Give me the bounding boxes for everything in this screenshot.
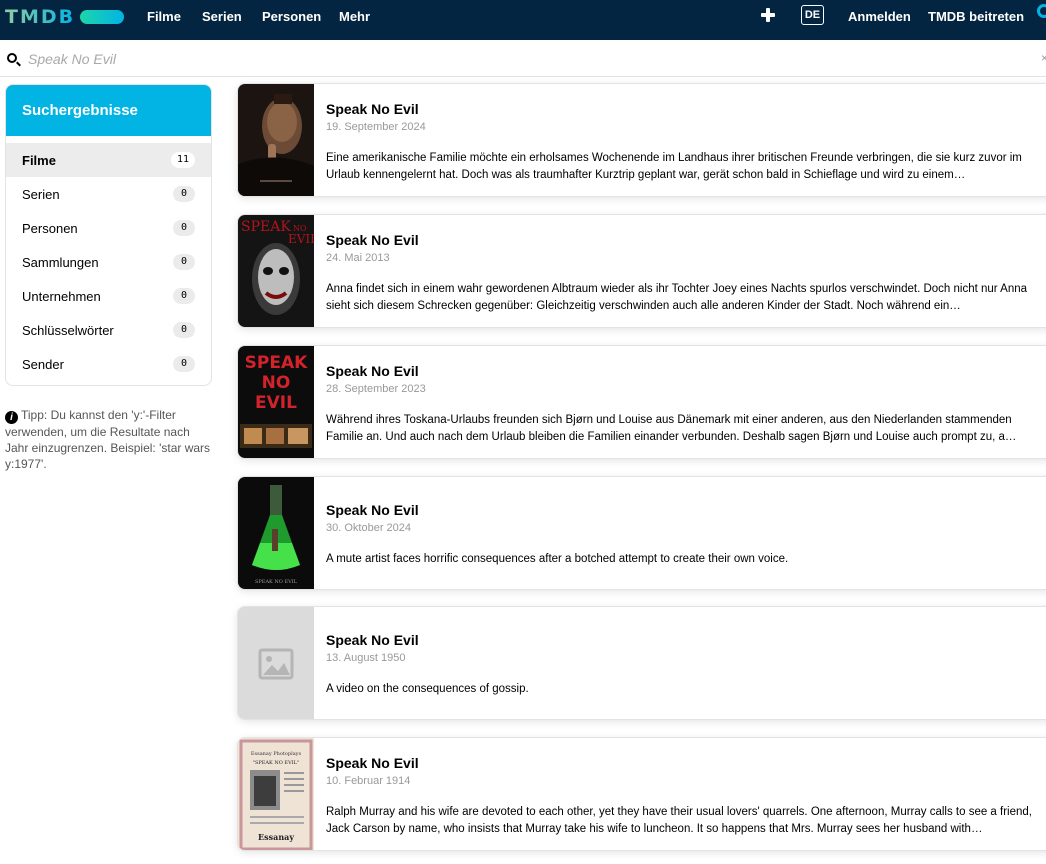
result-card: Essanay Photoplays "SPEAK NO EVIL" Essan… xyxy=(237,737,1046,851)
tip-text: Tipp: Du kannst den 'y:'-Filter verwende… xyxy=(5,408,211,471)
result-overview: A video on the consequences of gossip. xyxy=(326,683,529,695)
filter-panel-title: Suchergebnisse xyxy=(6,85,211,136)
release-date: 19. September 2024 xyxy=(326,121,426,133)
filter-item-collections[interactable]: Sammlungen 0 xyxy=(6,245,211,279)
movie-poster[interactable]: SPEAK NO EVIL xyxy=(238,346,314,458)
result-overview: Anna findet sich in einem wahr gewordene… xyxy=(326,283,1028,312)
filter-item-keywords[interactable]: Schlüsselwörter 0 xyxy=(6,313,211,347)
filter-item-movies[interactable]: Filme 11 xyxy=(6,143,211,177)
search-tip: i Tipp: Du kannst den 'y:'-Filter verwend… xyxy=(5,407,212,472)
result-title[interactable]: Speak No Evil xyxy=(326,755,419,771)
login-link[interactable]: Anmelden xyxy=(848,9,911,24)
search-results-filter-panel: Suchergebnisse Filme 11 Serien 0 Persone… xyxy=(5,84,212,386)
nav-tv-shows[interactable]: Serien xyxy=(202,9,242,24)
filter-item-people[interactable]: Personen 0 xyxy=(6,211,211,245)
result-overview: Während ihres Toskana-Urlaubs freunden s… xyxy=(326,414,1017,443)
logo-pill xyxy=(80,10,125,24)
search-bar: × xyxy=(0,40,1046,77)
filter-count: 0 xyxy=(173,322,195,338)
poster-title: SPEAK NO EVIL xyxy=(255,579,298,585)
search-icon[interactable] xyxy=(1037,4,1046,18)
filter-item-companies[interactable]: Unternehmen 0 xyxy=(6,279,211,313)
filter-count: 0 xyxy=(173,220,195,236)
poster-title: "SPEAK NO EVIL" xyxy=(253,760,300,766)
release-date: 24. Mai 2013 xyxy=(326,252,390,264)
nav-more[interactable]: Mehr xyxy=(339,9,370,24)
result-card: SPEAK NO EVIL Speak No Evil 28. Septembe… xyxy=(237,345,1046,459)
add-icon[interactable] xyxy=(761,8,775,22)
result-title[interactable]: Speak No Evil xyxy=(326,101,419,117)
poster-title-word: SPEAK xyxy=(241,219,291,235)
info-icon: i xyxy=(5,411,18,424)
result-overview: Ralph Murray and his wife are devoted to… xyxy=(326,806,1032,835)
search-input[interactable] xyxy=(28,48,1018,70)
language-selector[interactable]: DE xyxy=(801,5,824,25)
result-title[interactable]: Speak No Evil xyxy=(326,502,419,518)
search-icon xyxy=(7,53,17,63)
result-card: SPEAK NO EVIL Speak No Evil 30. Oktober … xyxy=(237,476,1046,590)
poster-header: Essanay Photoplays xyxy=(251,751,302,757)
result-title[interactable]: Speak No Evil xyxy=(326,232,419,248)
join-tmdb-link[interactable]: TMDB beitreten xyxy=(928,9,1024,24)
clear-search-icon[interactable]: × xyxy=(1041,51,1046,65)
poster-title-word: EVIL xyxy=(255,393,297,413)
result-overview: Eine amerikanische Familie möchte ein er… xyxy=(326,152,1022,181)
filter-label: Serien xyxy=(22,187,60,202)
nav-movies[interactable]: Filme xyxy=(147,9,181,24)
filter-label: Schlüsselwörter xyxy=(22,323,114,338)
movie-poster[interactable]: Essanay Photoplays "SPEAK NO EVIL" Essan… xyxy=(238,738,314,850)
movie-poster[interactable] xyxy=(238,84,314,196)
poster-title-word: EVIL xyxy=(288,232,314,246)
filter-list: Filme 11 Serien 0 Personen 0 Sammlungen … xyxy=(6,136,211,381)
movie-poster[interactable]: SPEAK NO EVIL xyxy=(238,215,314,327)
filter-label: Personen xyxy=(22,221,78,236)
filter-label: Unternehmen xyxy=(22,289,101,304)
filter-count: 0 xyxy=(173,356,195,372)
filter-item-tv-shows[interactable]: Serien 0 xyxy=(6,177,211,211)
logo-text: TMDB xyxy=(5,6,76,28)
release-date: 10. Februar 1914 xyxy=(326,775,411,787)
result-card: Speak No Evil 19. September 2024 Eine am… xyxy=(237,83,1046,197)
result-title[interactable]: Speak No Evil xyxy=(326,363,419,379)
top-navigation-bar: TMDB Filme Serien Personen Mehr DE Anmel… xyxy=(0,0,1046,40)
image-placeholder-icon xyxy=(258,648,294,680)
nav-people[interactable]: Personen xyxy=(262,9,321,24)
filter-count: 0 xyxy=(173,288,195,304)
result-title[interactable]: Speak No Evil xyxy=(326,632,419,648)
filter-item-networks[interactable]: Sender 0 xyxy=(6,347,211,381)
movie-poster[interactable]: SPEAK NO EVIL xyxy=(238,477,314,589)
result-overview: A mute artist faces horrific consequence… xyxy=(326,553,789,565)
filter-count: 11 xyxy=(170,152,195,168)
filter-label: Sender xyxy=(22,357,64,372)
release-date: 13. August 1950 xyxy=(326,652,406,664)
release-date: 30. Oktober 2024 xyxy=(326,522,412,534)
release-date: 28. September 2023 xyxy=(326,383,426,395)
filter-count: 0 xyxy=(173,186,195,202)
result-card: SPEAK NO EVIL Speak No Evil 24. Mai 2013… xyxy=(237,214,1046,328)
filter-label: Filme xyxy=(22,153,56,168)
filter-count: 0 xyxy=(173,254,195,270)
result-card: Speak No Evil 13. August 1950 A video on… xyxy=(237,606,1046,720)
tmdb-logo[interactable]: TMDB xyxy=(5,6,125,28)
poster-title-word: NO xyxy=(262,373,291,393)
poster-title-word: SPEAK xyxy=(245,353,308,373)
poster-footer: Essanay xyxy=(258,832,294,842)
filter-label: Sammlungen xyxy=(22,255,99,270)
poster-placeholder[interactable] xyxy=(238,607,314,719)
